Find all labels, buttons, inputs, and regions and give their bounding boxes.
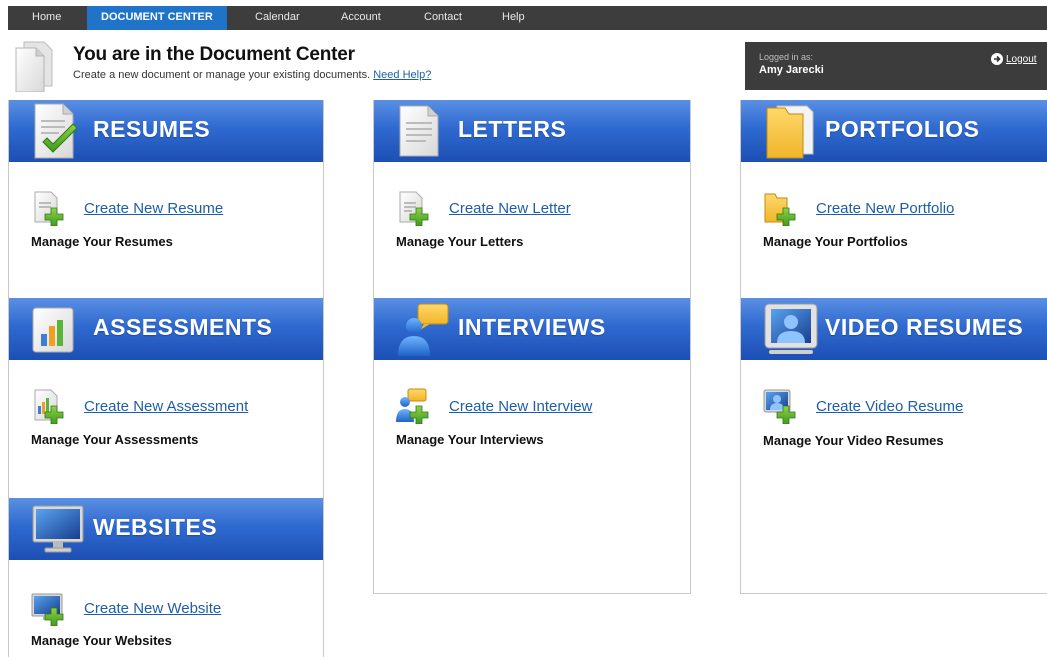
manage-websites-link[interactable]: Manage Your Websites	[31, 633, 172, 648]
create-interview-row: Create New Interview	[396, 388, 592, 425]
create-video-resume-row: Create Video Resume	[763, 388, 963, 425]
assessments-header: ASSESSMENTS	[9, 298, 323, 360]
letter-icon	[396, 104, 442, 163]
manage-portfolios-link[interactable]: Manage Your Portfolios	[763, 234, 908, 249]
column-right: PORTFOLIOS Create New Portfolio Manage Y…	[740, 100, 1047, 594]
create-website-row: Create New Website	[31, 590, 221, 627]
documents-icon	[14, 40, 54, 93]
manage-assessments-link[interactable]: Manage Your Assessments	[31, 432, 198, 447]
logged-in-label: Logged in as:	[759, 52, 814, 62]
nav-account[interactable]: Account	[341, 6, 381, 30]
websites-title: WEBSITES	[93, 514, 218, 540]
create-new-letter-link[interactable]: Create New Letter	[449, 200, 571, 217]
new-assessment-icon	[31, 388, 67, 425]
letters-header: LETTERS	[374, 100, 690, 162]
user-name: Amy Jarecki	[759, 64, 824, 76]
logout-button[interactable]: Logout	[991, 53, 1037, 65]
assessments-title: ASSESSMENTS	[93, 314, 273, 340]
new-video-icon	[763, 388, 799, 425]
video-resumes-title: VIDEO RESUMES	[825, 314, 1024, 340]
create-new-resume-link[interactable]: Create New Resume	[84, 200, 223, 217]
folder-icon	[763, 102, 821, 165]
video-person-icon	[763, 302, 819, 363]
page-subtitle: Create a new document or manage your exi…	[73, 69, 431, 81]
new-interview-icon	[396, 388, 432, 425]
nav-home[interactable]: Home	[32, 6, 61, 30]
arrow-right-icon	[991, 53, 1003, 65]
video-resumes-header: VIDEO RESUMES	[741, 298, 1047, 360]
create-assessment-row: Create New Assessment	[31, 388, 248, 425]
bar-chart-icon	[31, 306, 77, 359]
nav-contact[interactable]: Contact	[424, 6, 462, 30]
manage-interviews-link[interactable]: Manage Your Interviews	[396, 432, 544, 447]
create-letter-row: Create New Letter	[396, 190, 571, 227]
nav-calendar[interactable]: Calendar	[255, 6, 300, 30]
create-new-portfolio-link[interactable]: Create New Portfolio	[816, 200, 954, 217]
new-website-icon	[31, 590, 67, 627]
new-document-icon	[31, 190, 67, 227]
resumes-header: RESUMES	[9, 100, 323, 162]
create-resume-row: Create New Resume	[31, 190, 223, 227]
manage-video-resumes-link[interactable]: Manage Your Video Resumes	[763, 433, 944, 448]
create-new-website-link[interactable]: Create New Website	[84, 600, 221, 617]
create-portfolio-row: Create New Portfolio	[763, 190, 954, 227]
top-nav: Home DOCUMENT CENTER Calendar Account Co…	[8, 6, 1047, 30]
page-title: You are in the Document Center	[73, 44, 355, 65]
monitor-icon	[31, 502, 85, 561]
person-chat-icon	[396, 300, 454, 363]
nav-help[interactable]: Help	[502, 6, 525, 30]
new-letter-icon	[396, 190, 432, 227]
interviews-title: INTERVIEWS	[458, 314, 606, 340]
interviews-header: INTERVIEWS	[374, 298, 690, 360]
manage-letters-link[interactable]: Manage Your Letters	[396, 234, 523, 249]
column-left: RESUMES Create New Resume Manage Your Re…	[8, 100, 324, 657]
manage-resumes-link[interactable]: Manage Your Resumes	[31, 234, 173, 249]
create-new-assessment-link[interactable]: Create New Assessment	[84, 398, 248, 415]
new-portfolio-icon	[763, 190, 799, 227]
resume-check-icon	[31, 102, 81, 165]
resumes-title: RESUMES	[93, 116, 211, 142]
login-panel: Logged in as: Amy Jarecki Logout	[745, 42, 1047, 90]
need-help-link[interactable]: Need Help?	[373, 69, 431, 81]
letters-title: LETTERS	[458, 116, 567, 142]
portfolios-header: PORTFOLIOS	[741, 100, 1047, 162]
websites-header: WEBSITES	[9, 498, 323, 560]
nav-document-center[interactable]: DOCUMENT CENTER	[87, 6, 227, 30]
create-video-resume-link[interactable]: Create Video Resume	[816, 398, 963, 415]
portfolios-title: PORTFOLIOS	[825, 116, 980, 142]
column-middle: LETTERS Create New Letter Manage Your Le…	[373, 100, 691, 594]
logout-label: Logout	[1006, 53, 1037, 65]
page-subtitle-text: Create a new document or manage your exi…	[73, 69, 371, 81]
create-new-interview-link[interactable]: Create New Interview	[449, 398, 592, 415]
